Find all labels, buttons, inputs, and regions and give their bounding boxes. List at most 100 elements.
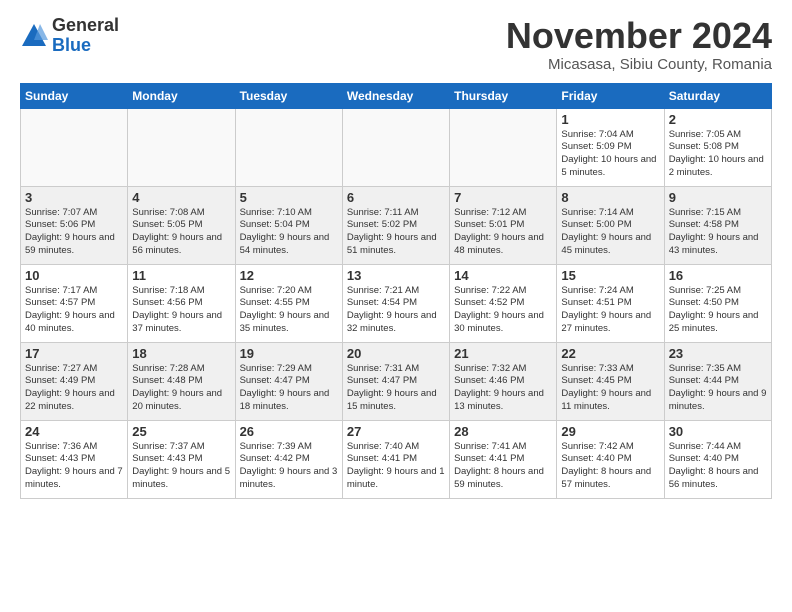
calendar-cell: 20 Sunrise: 7:31 AMSunset: 4:47 PMDayligh… bbox=[342, 342, 449, 420]
col-friday: Friday bbox=[557, 83, 664, 108]
calendar-cell: 7Sunrise: 7:12 AMSunset: 5:01 PMDaylight… bbox=[450, 186, 557, 264]
calendar-cell: 18Sunrise: 7:28 AMSunset: 4:48 PMDayligh… bbox=[128, 342, 235, 420]
calendar-cell: 26Sunrise: 7:39 AMSunset: 4:42 PMDayligh… bbox=[235, 420, 342, 498]
calendar-cell: 15 Sunrise: 7:24 AMSunset: 4:51 PMDayligh… bbox=[557, 264, 664, 342]
calendar-cell: 10Sunrise: 7:17 AMSunset: 4:57 PMDayligh… bbox=[21, 264, 128, 342]
calendar-cell: 29 Sunrise: 7:42 AMSunset: 4:40 PMDayligh… bbox=[557, 420, 664, 498]
day-number: 8 bbox=[561, 190, 659, 205]
title-section: November 2024 Micasasa, Sibiu County, Ro… bbox=[506, 16, 772, 73]
day-info: Sunrise: 7:27 AMSunset: 4:49 PMDaylight:… bbox=[25, 363, 123, 414]
day-info: Sunrise: 7:42 AMSunset: 4:40 PMDaylight:… bbox=[561, 441, 659, 492]
day-number: 15 bbox=[561, 268, 659, 283]
day-number: 2 bbox=[669, 112, 767, 127]
calendar-cell: 9 Sunrise: 7:15 AMSunset: 4:58 PMDaylight… bbox=[664, 186, 771, 264]
day-info: Sunrise: 7:07 AMSunset: 5:06 PMDaylight:… bbox=[25, 207, 123, 258]
logo-blue: Blue bbox=[52, 36, 119, 56]
calendar-table: Sunday Monday Tuesday Wednesday Thursday… bbox=[20, 83, 772, 499]
location: Micasasa, Sibiu County, Romania bbox=[506, 56, 772, 73]
col-tuesday: Tuesday bbox=[235, 83, 342, 108]
day-info: Sunrise: 7:31 AMSunset: 4:47 PMDaylight:… bbox=[347, 363, 445, 414]
col-saturday: Saturday bbox=[664, 83, 771, 108]
day-info: Sunrise: 7:17 AMSunset: 4:57 PMDaylight:… bbox=[25, 285, 123, 336]
logo: General Blue bbox=[20, 16, 119, 56]
calendar-cell: 19 Sunrise: 7:29 AMSunset: 4:47 PMDayligh… bbox=[235, 342, 342, 420]
calendar-cell: 8 Sunrise: 7:14 AMSunset: 5:00 PMDaylight… bbox=[557, 186, 664, 264]
day-number: 13 bbox=[347, 268, 445, 283]
calendar-cell: 11Sunrise: 7:18 AMSunset: 4:56 PMDayligh… bbox=[128, 264, 235, 342]
day-number: 19 bbox=[240, 346, 338, 361]
day-number: 4 bbox=[132, 190, 230, 205]
calendar-row-4: 24 Sunrise: 7:36 AMSunset: 4:43 PMDayligh… bbox=[21, 420, 772, 498]
day-number: 6 bbox=[347, 190, 445, 205]
calendar-cell bbox=[235, 108, 342, 186]
logo-general: General bbox=[52, 16, 119, 36]
day-info: Sunrise: 7:05 AMSunset: 5:08 PMDaylight:… bbox=[669, 129, 767, 180]
day-number: 24 bbox=[25, 424, 123, 439]
calendar-cell: 12 Sunrise: 7:20 AMSunset: 4:55 PMDayligh… bbox=[235, 264, 342, 342]
logo-text: General Blue bbox=[52, 16, 119, 56]
header: General Blue November 2024 Micasasa, Sib… bbox=[20, 16, 772, 73]
calendar-row-0: 1 Sunrise: 7:04 AMSunset: 5:09 PMDaylight… bbox=[21, 108, 772, 186]
day-info: Sunrise: 7:12 AMSunset: 5:01 PMDaylight:… bbox=[454, 207, 552, 258]
calendar-cell bbox=[128, 108, 235, 186]
calendar-cell: 1 Sunrise: 7:04 AMSunset: 5:09 PMDaylight… bbox=[557, 108, 664, 186]
day-number: 30 bbox=[669, 424, 767, 439]
day-number: 29 bbox=[561, 424, 659, 439]
day-number: 1 bbox=[561, 112, 659, 127]
day-number: 22 bbox=[561, 346, 659, 361]
calendar-header-row: Sunday Monday Tuesday Wednesday Thursday… bbox=[21, 83, 772, 108]
logo-icon bbox=[20, 22, 48, 50]
day-info: Sunrise: 7:10 AMSunset: 5:04 PMDaylight:… bbox=[240, 207, 338, 258]
day-info: Sunrise: 7:41 AMSunset: 4:41 PMDaylight:… bbox=[454, 441, 552, 492]
day-info: Sunrise: 7:21 AMSunset: 4:54 PMDaylight:… bbox=[347, 285, 445, 336]
day-info: Sunrise: 7:15 AMSunset: 4:58 PMDaylight:… bbox=[669, 207, 767, 258]
day-number: 14 bbox=[454, 268, 552, 283]
col-wednesday: Wednesday bbox=[342, 83, 449, 108]
day-info: Sunrise: 7:22 AMSunset: 4:52 PMDaylight:… bbox=[454, 285, 552, 336]
day-info: Sunrise: 7:39 AMSunset: 4:42 PMDaylight:… bbox=[240, 441, 338, 492]
day-info: Sunrise: 7:14 AMSunset: 5:00 PMDaylight:… bbox=[561, 207, 659, 258]
day-number: 25 bbox=[132, 424, 230, 439]
day-info: Sunrise: 7:11 AMSunset: 5:02 PMDaylight:… bbox=[347, 207, 445, 258]
calendar-cell: 23Sunrise: 7:35 AMSunset: 4:44 PMDayligh… bbox=[664, 342, 771, 420]
col-monday: Monday bbox=[128, 83, 235, 108]
day-info: Sunrise: 7:36 AMSunset: 4:43 PMDaylight:… bbox=[25, 441, 123, 492]
day-number: 5 bbox=[240, 190, 338, 205]
calendar-row-1: 3Sunrise: 7:07 AMSunset: 5:06 PMDaylight… bbox=[21, 186, 772, 264]
day-info: Sunrise: 7:20 AMSunset: 4:55 PMDaylight:… bbox=[240, 285, 338, 336]
calendar-cell: 4 Sunrise: 7:08 AMSunset: 5:05 PMDaylight… bbox=[128, 186, 235, 264]
day-info: Sunrise: 7:04 AMSunset: 5:09 PMDaylight:… bbox=[561, 129, 659, 180]
page: General Blue November 2024 Micasasa, Sib… bbox=[0, 0, 792, 612]
calendar-cell bbox=[21, 108, 128, 186]
calendar-cell: 22Sunrise: 7:33 AMSunset: 4:45 PMDayligh… bbox=[557, 342, 664, 420]
day-info: Sunrise: 7:37 AMSunset: 4:43 PMDaylight:… bbox=[132, 441, 230, 492]
day-info: Sunrise: 7:25 AMSunset: 4:50 PMDaylight:… bbox=[669, 285, 767, 336]
calendar-cell: 28Sunrise: 7:41 AMSunset: 4:41 PMDayligh… bbox=[450, 420, 557, 498]
day-number: 18 bbox=[132, 346, 230, 361]
day-info: Sunrise: 7:08 AMSunset: 5:05 PMDaylight:… bbox=[132, 207, 230, 258]
day-info: Sunrise: 7:44 AMSunset: 4:40 PMDaylight:… bbox=[669, 441, 767, 492]
month-title: November 2024 bbox=[506, 16, 772, 56]
calendar-cell: 16 Sunrise: 7:25 AMSunset: 4:50 PMDayligh… bbox=[664, 264, 771, 342]
day-number: 9 bbox=[669, 190, 767, 205]
calendar-cell: 5 Sunrise: 7:10 AMSunset: 5:04 PMDaylight… bbox=[235, 186, 342, 264]
calendar-cell bbox=[342, 108, 449, 186]
day-number: 23 bbox=[669, 346, 767, 361]
calendar-cell: 3Sunrise: 7:07 AMSunset: 5:06 PMDaylight… bbox=[21, 186, 128, 264]
day-info: Sunrise: 7:40 AMSunset: 4:41 PMDaylight:… bbox=[347, 441, 445, 492]
day-number: 27 bbox=[347, 424, 445, 439]
day-number: 21 bbox=[454, 346, 552, 361]
calendar-cell: 17Sunrise: 7:27 AMSunset: 4:49 PMDayligh… bbox=[21, 342, 128, 420]
day-info: Sunrise: 7:18 AMSunset: 4:56 PMDaylight:… bbox=[132, 285, 230, 336]
calendar-row-2: 10Sunrise: 7:17 AMSunset: 4:57 PMDayligh… bbox=[21, 264, 772, 342]
day-number: 20 bbox=[347, 346, 445, 361]
calendar-cell: 25 Sunrise: 7:37 AMSunset: 4:43 PMDayligh… bbox=[128, 420, 235, 498]
day-number: 12 bbox=[240, 268, 338, 283]
calendar-cell: 21Sunrise: 7:32 AMSunset: 4:46 PMDayligh… bbox=[450, 342, 557, 420]
col-sunday: Sunday bbox=[21, 83, 128, 108]
calendar-cell: 6 Sunrise: 7:11 AMSunset: 5:02 PMDaylight… bbox=[342, 186, 449, 264]
calendar-cell: 27 Sunrise: 7:40 AMSunset: 4:41 PMDayligh… bbox=[342, 420, 449, 498]
day-info: Sunrise: 7:24 AMSunset: 4:51 PMDaylight:… bbox=[561, 285, 659, 336]
day-number: 16 bbox=[669, 268, 767, 283]
day-info: Sunrise: 7:29 AMSunset: 4:47 PMDaylight:… bbox=[240, 363, 338, 414]
